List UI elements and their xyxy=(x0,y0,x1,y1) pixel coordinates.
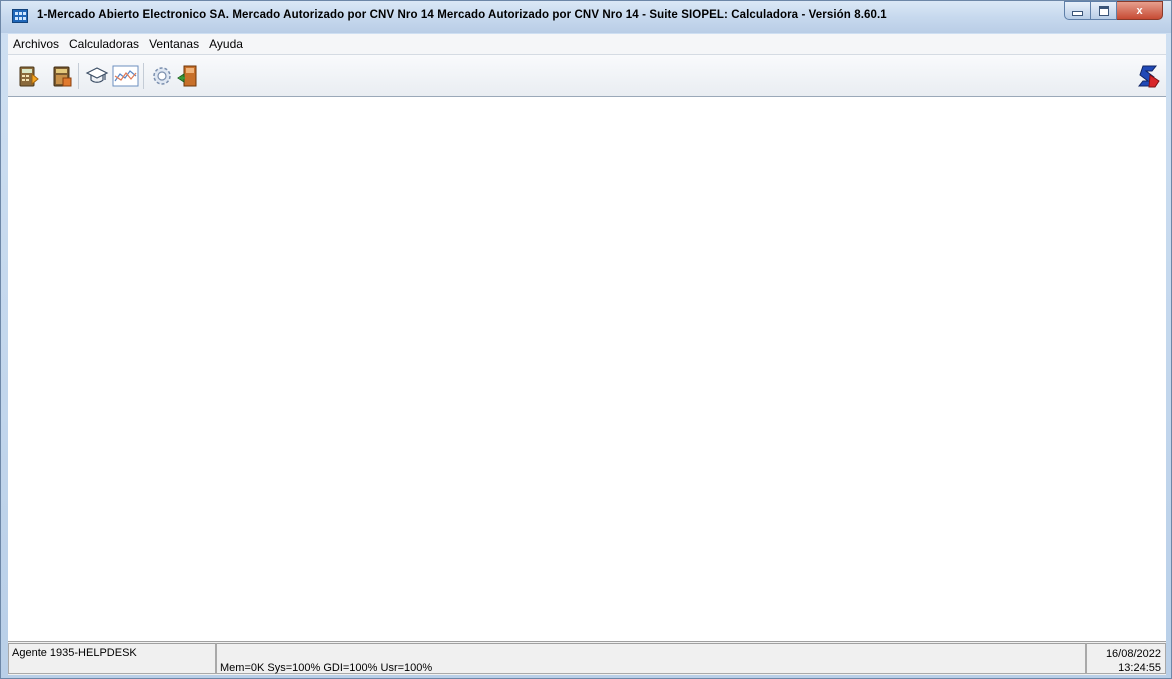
app-icon[interactable] xyxy=(12,9,28,23)
calculator-book-icon[interactable] xyxy=(51,64,73,88)
toolbar-separator xyxy=(78,63,79,89)
maximize-icon xyxy=(1098,5,1109,16)
gear-settings-icon[interactable] xyxy=(150,64,174,88)
menu-ventanas[interactable]: Ventanas xyxy=(144,34,204,54)
status-bar: Agente 1935-HELPDESK Mem=0K Sys=100% GDI… xyxy=(8,641,1166,675)
exit-door-icon[interactable] xyxy=(176,64,200,88)
line-chart-icon[interactable] xyxy=(112,64,139,88)
mdi-client-area xyxy=(8,97,1166,641)
graduation-cap-icon[interactable] xyxy=(85,64,109,88)
application-window: 1-Mercado Abierto Electronico SA. Mercad… xyxy=(0,0,1172,679)
status-datetime: 16/08/2022 13:24:55 xyxy=(1086,643,1166,674)
window-title: 1-Mercado Abierto Electronico SA. Mercad… xyxy=(37,9,887,21)
calculator-fixed-income-icon[interactable] xyxy=(18,64,40,88)
toolbar-separator-2 xyxy=(143,63,144,89)
menu-archivos[interactable]: Archivos xyxy=(8,34,64,54)
status-time: 13:24:55 xyxy=(1118,662,1161,674)
status-date: 16/08/2022 xyxy=(1105,648,1161,660)
status-agent: Agente 1935-HELPDESK xyxy=(8,643,216,674)
menu-calculadoras[interactable]: Calculadoras xyxy=(64,34,144,54)
window-controls: x xyxy=(1064,1,1163,21)
minimize-button[interactable] xyxy=(1064,1,1091,20)
menu-ayuda[interactable]: Ayuda xyxy=(204,34,248,54)
minimize-icon xyxy=(1072,11,1083,16)
close-button[interactable]: x xyxy=(1117,1,1163,20)
toolbar xyxy=(8,55,1166,97)
menu-bar: Archivos Calculadoras Ventanas Ayuda xyxy=(8,34,1166,55)
status-resources: Mem=0K Sys=100% GDI=100% Usr=100% xyxy=(216,643,1086,674)
siopel-logo-icon xyxy=(1137,63,1162,88)
title-bar[interactable]: 1-Mercado Abierto Electronico SA. Mercad… xyxy=(1,1,1171,33)
maximize-button[interactable] xyxy=(1091,1,1117,20)
close-icon: x xyxy=(1136,4,1143,17)
